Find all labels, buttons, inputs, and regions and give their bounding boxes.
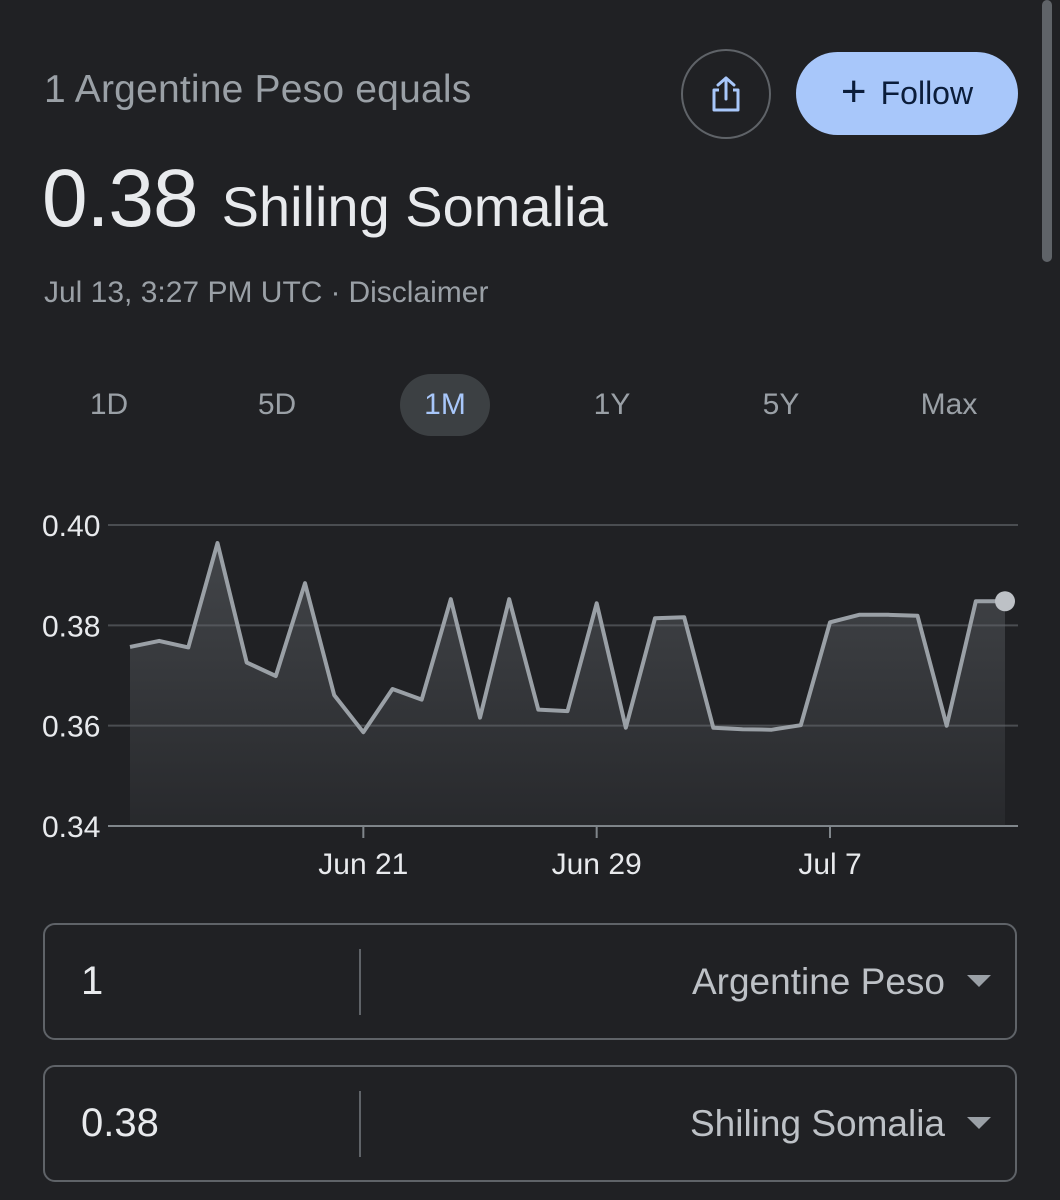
tab-5y[interactable]: 5Y (736, 374, 826, 436)
from-amount-input[interactable]: 1 (81, 925, 103, 1038)
rate-timestamp: Jul 13, 3:27 PM UTC (44, 276, 323, 309)
rate-value: 0.38 (42, 153, 199, 244)
scrollbar[interactable] (1042, 0, 1052, 262)
range-tabs: 1D 5D 1M 1Y 5Y Max (40, 374, 1020, 436)
dropdown-caret-icon[interactable] (967, 975, 991, 987)
meta-separator: · (330, 276, 341, 309)
share-button[interactable] (681, 49, 771, 139)
follow-label: Follow (880, 75, 974, 111)
plus-icon: + (840, 66, 867, 116)
currency-converter-page: 1 Argentine Peso equals 0.38 Shiling Som… (0, 0, 1060, 1200)
y-tick-label: 0.38 (42, 610, 100, 643)
rate-meta: Jul 13, 3:27 PM UTC · Disclaimer (44, 276, 488, 310)
share-icon (712, 76, 740, 112)
disclaimer-link[interactable]: Disclaimer (348, 276, 488, 309)
from-currency-select[interactable]: Argentine Peso (692, 925, 945, 1038)
y-tick-label: 0.40 (42, 510, 100, 543)
current-value-marker (995, 591, 1015, 612)
tab-max[interactable]: Max (904, 374, 994, 436)
to-currency-select[interactable]: Shiling Somalia (690, 1067, 945, 1180)
tab-1m[interactable]: 1M (400, 374, 490, 436)
follow-button[interactable]: + Follow (796, 52, 1018, 135)
converter-divider (359, 949, 361, 1015)
x-tick-label: Jun 29 (552, 848, 642, 881)
exchange-rate: 0.38 Shiling Somalia (42, 152, 608, 246)
exchange-rate-chart[interactable]: 0.40 0.38 0.36 0.34 Jun 21 Jun 29 Jul 7 (0, 490, 1060, 890)
chart-area (130, 543, 1005, 826)
tab-1y[interactable]: 1Y (567, 374, 657, 436)
to-amount-input[interactable]: 0.38 (81, 1067, 159, 1180)
dropdown-caret-icon[interactable] (967, 1117, 991, 1129)
x-tick-label: Jun 21 (318, 848, 408, 881)
y-tick-label: 0.36 (42, 711, 100, 744)
tab-1d[interactable]: 1D (64, 374, 154, 436)
converter-divider (359, 1091, 361, 1157)
tab-5d[interactable]: 5D (232, 374, 322, 436)
from-converter: 1 Argentine Peso (43, 923, 1017, 1040)
to-converter: 0.38 Shiling Somalia (43, 1065, 1017, 1182)
x-tick-label: Jul 7 (798, 848, 861, 881)
y-tick-label: 0.34 (42, 811, 100, 844)
rate-currency: Shiling Somalia (221, 175, 608, 238)
conversion-subtitle: 1 Argentine Peso equals (44, 68, 472, 111)
